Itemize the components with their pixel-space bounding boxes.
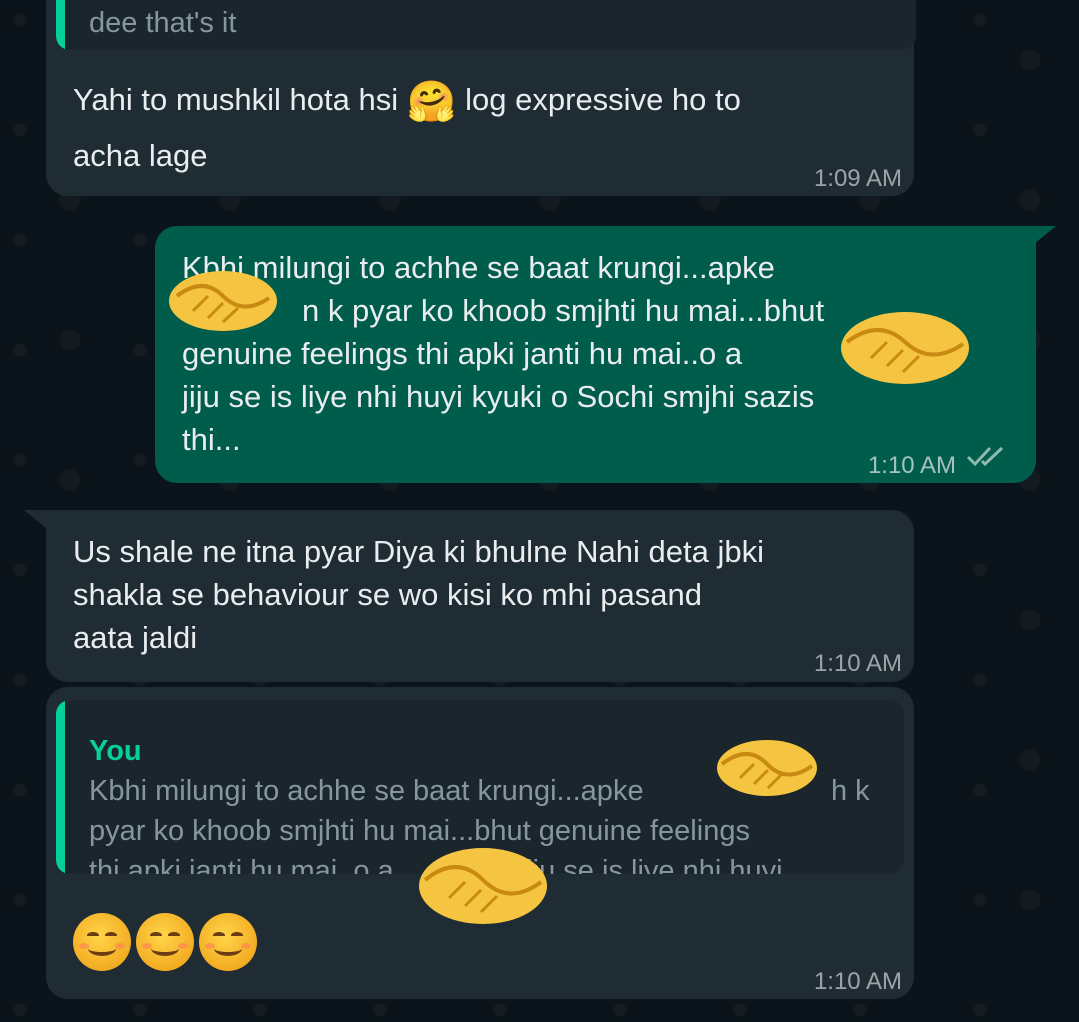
- quoted-message[interactable]: dee that's it: [56, 0, 916, 50]
- message-text-line: jiju se is liye nhi huyi kyuki o Sochi s…: [182, 379, 815, 414]
- message-text-line: Yahi to mushkil hota hsi: [73, 82, 399, 117]
- message-bubble-incoming[interactable]: Us shale ne itna pyar Diya ki bhulne Nah…: [46, 510, 914, 682]
- smiling-face-emoji: [199, 913, 257, 971]
- handshake-sticker-icon: [717, 740, 817, 796]
- message-text-line: Us shale ne itna pyar Diya ki bhulne Nah…: [73, 534, 764, 569]
- quote-accent-bar: [56, 0, 65, 50]
- message-bubble-incoming[interactable]: dee that's it Yahi to mushkil hota hsi 🤗…: [46, 0, 916, 196]
- message-text: Yahi to mushkil hota hsi 🤗 log expressiv…: [73, 78, 741, 122]
- bubble-tail: [1034, 226, 1056, 244]
- quote-author: You: [89, 735, 142, 767]
- quote-text-line: Kbhi milungi to achhe se baat krungi...a…: [89, 775, 644, 807]
- smiling-face-emoji: [73, 913, 131, 971]
- message-time: 1:10 AM: [867, 452, 956, 479]
- message-text-line: log expressive ho to: [465, 82, 741, 117]
- message-time: 1:09 AM: [813, 165, 902, 192]
- double-check-icon: [966, 446, 1004, 467]
- message-text-line: acha lage: [73, 138, 208, 173]
- message-text-line: thi...: [182, 422, 241, 457]
- handshake-sticker-icon: [169, 271, 277, 331]
- smiling-face-emoji: [136, 913, 194, 971]
- quote-text-fragment: h k: [831, 775, 870, 807]
- message-text: Us shale ne itna pyar Diya ki bhulne Nah…: [73, 530, 764, 659]
- hugging-face-emoji: 🤗: [406, 79, 457, 124]
- handshake-sticker-icon: [841, 312, 969, 384]
- quote-accent-bar: [56, 700, 65, 874]
- message-text-line: aata jaldi: [73, 620, 198, 655]
- handshake-sticker-icon: [419, 848, 547, 924]
- message-time: 1:10 AM: [813, 650, 902, 677]
- quote-text: dee that's it: [89, 7, 237, 39]
- message-text-line: shakla se behaviour se wo kisi ko mhi pa…: [73, 577, 702, 612]
- message-time: 1:10 AM: [813, 968, 902, 995]
- bubble-tail: [24, 510, 46, 528]
